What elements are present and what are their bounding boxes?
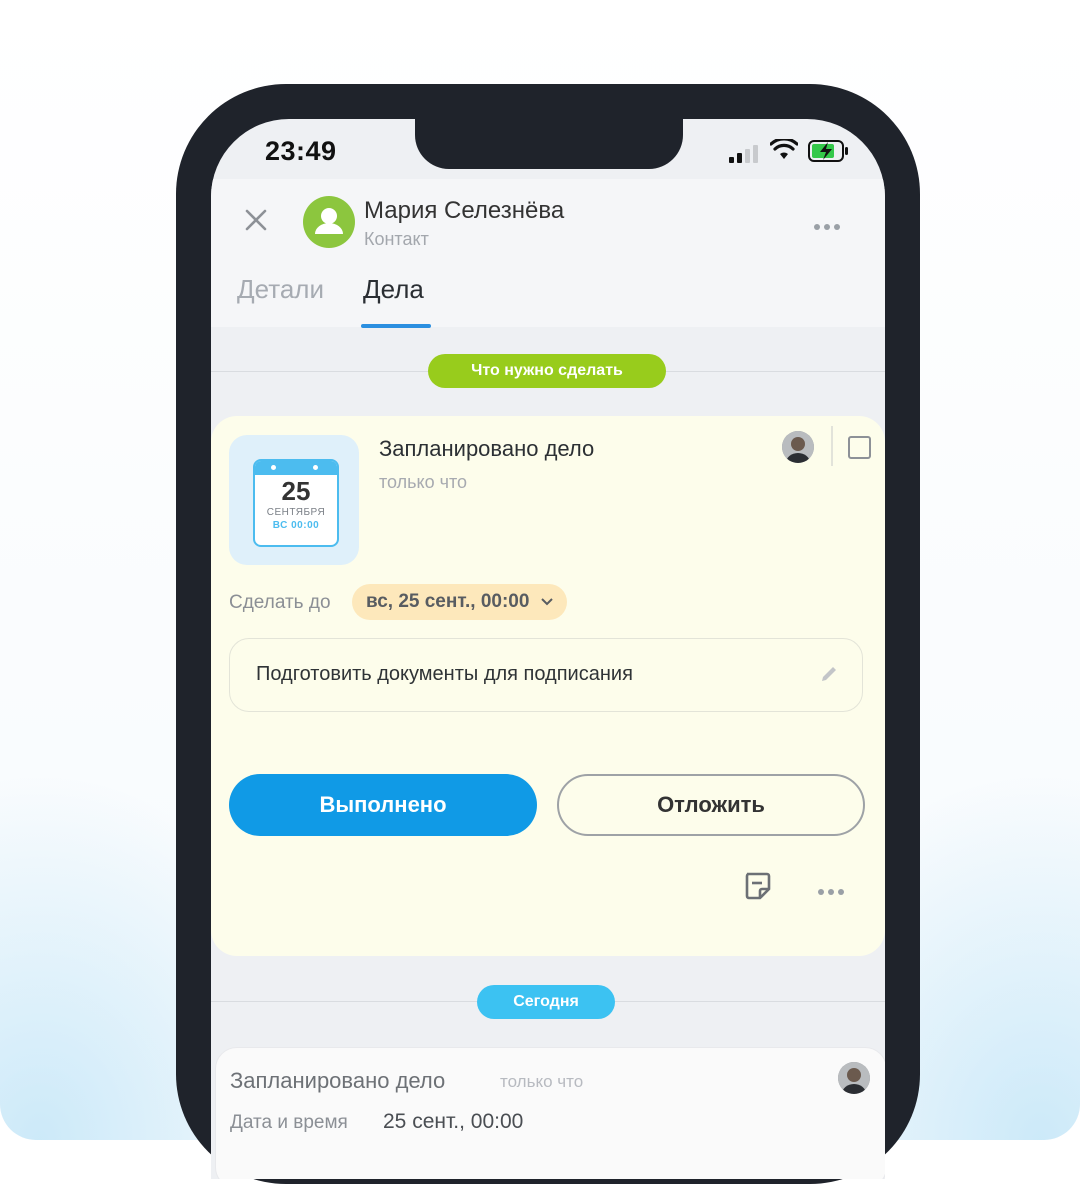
calendar-icon: 25 СЕНТЯБРЯ ВС 00:00 (253, 459, 339, 547)
more-options-icon[interactable] (814, 217, 844, 235)
cellular-signal-icon (729, 143, 759, 163)
due-date-selector[interactable]: вс, 25 сент., 00:00 (352, 584, 567, 620)
wifi-icon (770, 139, 798, 159)
calendar-time: ВС 00:00 (272, 520, 320, 531)
today-activity-card[interactable]: Запланировано дело только что Дата и вре… (215, 1047, 885, 1179)
calendar-day: 25 (281, 476, 311, 506)
description-field[interactable]: Подготовить документы для подписания (229, 638, 863, 712)
done-button[interactable]: Выполнено (229, 774, 537, 836)
due-label: Сделать до (229, 592, 331, 613)
today-activity-time: только что (500, 1072, 584, 1091)
phone-screen: 23:49 Мария Селезнёва Контакт Детали Дел… (211, 119, 885, 1179)
activity-title: Запланировано дело (379, 436, 595, 461)
tab-details[interactable]: Детали (237, 274, 324, 305)
activity-card: 25 СЕНТЯБРЯ ВС 00:00 Запланировано дело … (211, 416, 885, 956)
calendar-tile: 25 СЕНТЯБРЯ ВС 00:00 (229, 435, 359, 565)
status-time: 23:49 (265, 136, 337, 166)
pencil-icon[interactable] (820, 665, 838, 683)
user-photo-icon (838, 1062, 870, 1094)
battery-charging-icon (808, 140, 848, 162)
calendar-month: СЕНТЯБРЯ (266, 507, 326, 518)
today-date-label: Дата и время (230, 1112, 348, 1133)
today-responsible-avatar[interactable] (838, 1062, 870, 1094)
due-date-value: вс, 25 сент., 00:00 (366, 591, 530, 612)
today-date-value: 25 сент., 00:00 (383, 1110, 524, 1133)
vertical-divider (831, 426, 833, 466)
user-photo-icon (782, 431, 814, 463)
contact-type: Контакт (364, 229, 429, 249)
postpone-button[interactable]: Отложить (557, 774, 865, 836)
section-badge-todo: Что нужно сделать (428, 354, 666, 388)
today-activity-title: Запланировано дело (230, 1068, 446, 1093)
description-text: Подготовить документы для подписания (256, 663, 633, 685)
tab-deals[interactable]: Дела (363, 274, 424, 305)
user-icon (315, 208, 343, 234)
contact-avatar (303, 196, 355, 248)
responsible-avatar[interactable] (782, 431, 814, 463)
complete-checkbox[interactable] (848, 436, 871, 459)
active-tab-indicator (361, 324, 431, 328)
close-icon[interactable] (245, 209, 267, 231)
activity-subtitle: только что (379, 472, 468, 492)
contact-name[interactable]: Мария Селезнёва (364, 197, 564, 225)
card-more-icon[interactable] (818, 882, 848, 900)
chevron-down-icon (540, 598, 553, 606)
phone-notch (415, 119, 683, 169)
section-badge-today: Сегодня (477, 985, 615, 1019)
note-icon[interactable] (743, 871, 771, 901)
